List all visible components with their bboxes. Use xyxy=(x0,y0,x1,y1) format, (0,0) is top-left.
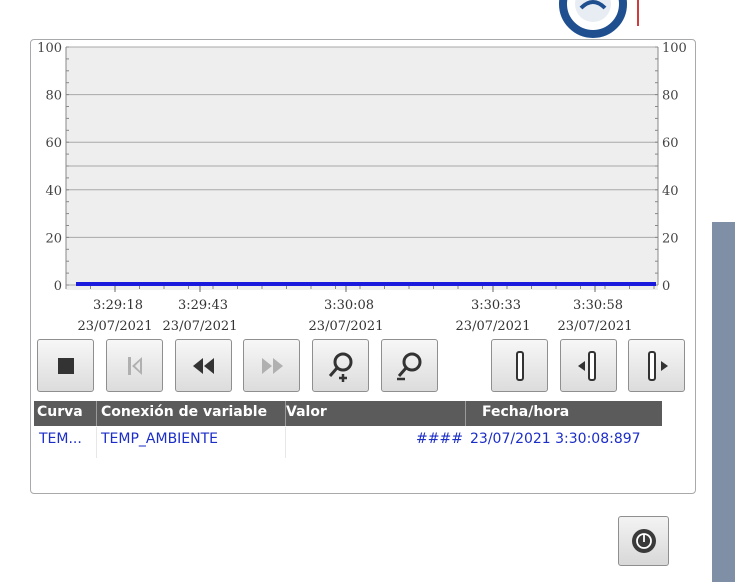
x-tick-time: 3:30:33 xyxy=(471,298,521,313)
y-tick-label-right: 0 xyxy=(662,279,670,294)
column-separator xyxy=(96,401,97,426)
forward-icon xyxy=(261,357,283,374)
side-strip-watermark xyxy=(712,30,735,210)
x-tick-time: 3:30:08 xyxy=(324,298,374,313)
y-tick-label-left: 80 xyxy=(45,89,62,104)
forward-button[interactable] xyxy=(243,339,300,392)
cell-curve: TEM... xyxy=(39,431,82,447)
y-tick-label-left: 60 xyxy=(45,136,62,151)
ruler-left-icon xyxy=(577,350,596,381)
x-tick-time: 3:29:43 xyxy=(178,298,228,313)
zoom-in-button[interactable] xyxy=(312,339,369,392)
cell-connection: TEMP_AMBIENTE xyxy=(101,431,219,447)
table-row[interactable]: TEM... TEMP_AMBIENTE #### 23/07/2021 3:3… xyxy=(34,427,662,458)
y-tick-label-right: 100 xyxy=(662,41,687,56)
table-header: Curva Conexión de variable Valor Fecha/h… xyxy=(34,401,662,426)
ruler-left-button[interactable] xyxy=(560,339,617,392)
first-button[interactable] xyxy=(106,339,163,392)
col-datetime-header[interactable]: Fecha/hora xyxy=(482,404,569,420)
logo-divider xyxy=(637,0,639,26)
company-logo xyxy=(555,0,635,40)
y-tick-label-right: 60 xyxy=(662,136,679,151)
ruler-icon xyxy=(515,350,524,381)
trend-chart: 100 80 60 40 20 0 100 80 60 40 20 0 3:29:18 23/07/2… xyxy=(33,40,695,340)
x-tick-date: 23/07/2021 xyxy=(558,319,633,334)
plot-area xyxy=(66,47,658,290)
zoom-out-icon xyxy=(396,352,421,380)
y-tick-label-right: 40 xyxy=(662,184,679,199)
y-tick-label-right: 20 xyxy=(662,231,679,246)
x-tick-date: 23/07/2021 xyxy=(163,319,238,334)
y-tick-label-left: 40 xyxy=(45,184,62,199)
col-curve-header[interactable]: Curva xyxy=(37,404,83,420)
rewind-button[interactable] xyxy=(175,339,232,392)
zoom-in-icon xyxy=(328,352,352,382)
col-value-header[interactable]: Valor xyxy=(286,404,327,420)
column-separator xyxy=(96,427,97,458)
ruler-right-icon xyxy=(647,350,668,381)
cell-datetime: 23/07/2021 3:30:08:897 xyxy=(470,431,641,447)
x-tick-date: 23/07/2021 xyxy=(78,319,153,334)
rewind-icon xyxy=(192,357,214,374)
y-tick-label-left: 0 xyxy=(54,279,62,294)
y-tick-label-right: 80 xyxy=(662,89,679,104)
x-tick-time: 3:29:18 xyxy=(93,298,143,313)
column-separator xyxy=(285,427,286,458)
y-tick-label-left: 100 xyxy=(37,41,62,56)
x-tick-date: 23/07/2021 xyxy=(309,319,384,334)
first-icon xyxy=(127,356,142,375)
power-icon xyxy=(631,529,656,553)
y-tick-label-left: 20 xyxy=(45,231,62,246)
column-separator xyxy=(465,401,466,426)
stop-icon xyxy=(57,357,74,374)
ruler-button[interactable] xyxy=(491,339,548,392)
zoom-out-button[interactable] xyxy=(381,339,438,392)
col-connection-header[interactable]: Conexión de variable xyxy=(101,404,267,420)
stop-button[interactable] xyxy=(37,339,94,392)
x-tick-date: 23/07/2021 xyxy=(456,319,531,334)
power-button[interactable] xyxy=(618,516,669,566)
ruler-right-button[interactable] xyxy=(628,339,685,392)
cell-value: #### xyxy=(416,431,463,447)
x-tick-time: 3:30:58 xyxy=(573,298,623,313)
side-strip xyxy=(712,222,735,582)
